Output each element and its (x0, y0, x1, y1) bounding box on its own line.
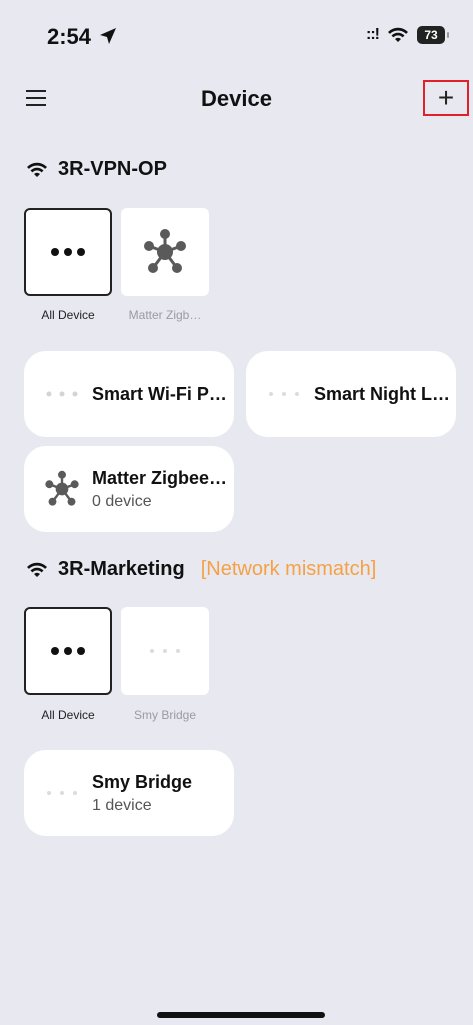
nav-bar: Device + (0, 70, 473, 126)
loading-dots-icon (47, 791, 77, 795)
battery-icon: 73 (417, 26, 449, 44)
more-dots-icon (51, 647, 85, 655)
status-bar: 2:54 ::! 73 (0, 0, 473, 70)
home-indicator (157, 1012, 325, 1018)
status-indicators: ::! 73 (366, 26, 449, 44)
network-name: 3R-VPN-OP (58, 158, 167, 180)
device-card[interactable]: Smart Night L… (246, 351, 456, 437)
more-dots-icon (51, 248, 85, 256)
wifi-icon (27, 562, 47, 577)
network-header: 3R-Marketing [Network mismatch] (26, 558, 376, 581)
device-count: 0 device (92, 492, 152, 510)
wifi-icon (27, 162, 47, 177)
tile-all-device[interactable] (24, 607, 112, 695)
cellular-signal-icon: ::! (366, 26, 380, 43)
wifi-status-icon (388, 27, 408, 42)
loading-dots-icon (269, 392, 299, 396)
network-name: 3R-Marketing (58, 558, 185, 580)
hub-icon (45, 470, 79, 506)
device-card[interactable]: Smart Wi-Fi P… (24, 351, 234, 437)
tile-label: Smy Bridge (133, 708, 197, 722)
tile-label: All Device (41, 308, 95, 322)
device-name: Smy Bridge (92, 771, 193, 792)
add-device-button[interactable]: + (423, 80, 469, 116)
tile-all-device[interactable] (24, 208, 112, 296)
location-arrow-icon (100, 28, 116, 44)
device-name: Smart Wi-Fi P… (92, 383, 227, 404)
hub-icon (144, 229, 186, 273)
device-card[interactable]: Smy Bridge 1 device (24, 750, 234, 836)
device-name: Smart Night L… (314, 383, 451, 404)
tile-label: Matter Zigb… (128, 308, 202, 322)
loading-dots-icon (46, 391, 78, 397)
tile-label: All Device (41, 708, 95, 722)
device-name: Matter Zigbee… (92, 467, 228, 488)
page-title: Device (201, 86, 272, 111)
tile-matter-zigbee[interactable] (121, 208, 209, 296)
status-time: 2:54 (47, 24, 92, 49)
network-header: 3R-VPN-OP (26, 158, 167, 181)
tile-smy-bridge[interactable] (121, 607, 209, 695)
loading-dots-icon (150, 649, 180, 653)
network-mismatch-warning: [Network mismatch] (200, 558, 377, 580)
device-count: 1 device (92, 796, 152, 814)
device-card[interactable]: Matter Zigbee… 0 device (24, 446, 234, 532)
